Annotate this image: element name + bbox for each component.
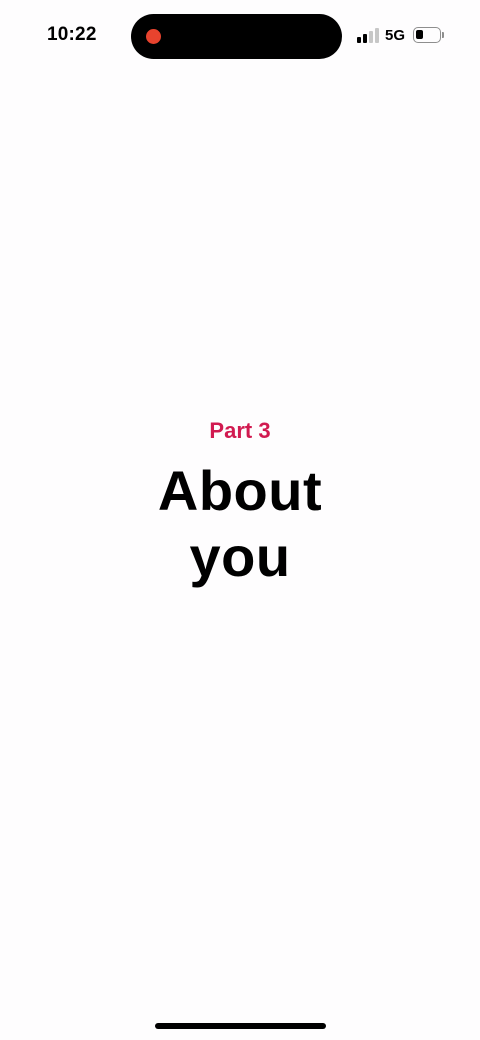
section-title: About you <box>157 459 323 588</box>
part-label: Part 3 <box>209 418 271 443</box>
home-indicator[interactable] <box>155 1023 326 1029</box>
network-type-label: 5G <box>385 27 406 44</box>
status-bar: 10:22 5G <box>0 0 480 72</box>
battery-cap <box>442 32 444 38</box>
dynamic-island[interactable] <box>131 14 342 59</box>
battery-level <box>416 30 423 39</box>
section-intro: Part 3 About you <box>0 412 480 590</box>
battery-icon <box>413 27 441 43</box>
cellular-signal-icon <box>357 28 379 43</box>
signal-bar <box>363 34 367 43</box>
signal-bar <box>369 31 373 43</box>
signal-bar <box>375 28 379 43</box>
status-time: 10:22 <box>47 24 97 45</box>
signal-bar <box>357 37 361 43</box>
screen-recording-dot-icon <box>146 29 161 44</box>
